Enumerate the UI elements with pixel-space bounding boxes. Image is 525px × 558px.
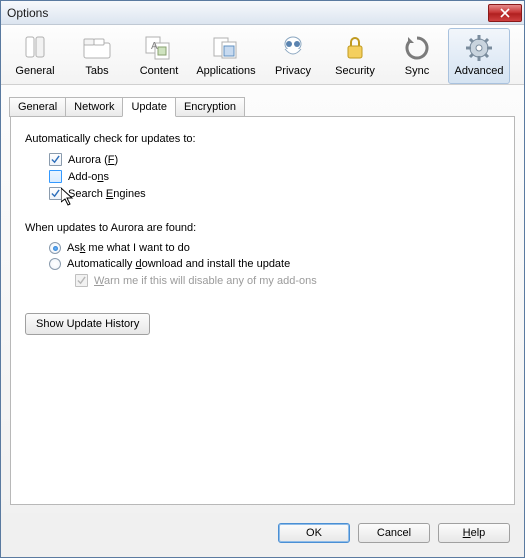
check-aurora[interactable]: Aurora (F) <box>49 153 500 166</box>
auto-check-label: Automatically check for updates to: <box>25 133 500 145</box>
category-sync[interactable]: Sync <box>386 28 448 84</box>
cancel-button[interactable]: Cancel <box>358 523 430 543</box>
found-label: When updates to Aurora are found: <box>25 222 500 234</box>
category-label: Advanced <box>455 65 504 77</box>
window-title: Options <box>7 6 48 20</box>
check-label: Add-ons <box>68 171 109 183</box>
close-icon <box>500 8 510 18</box>
check-warn-addons: Warn me if this will disable any of my a… <box>75 274 500 287</box>
applications-icon <box>210 32 242 64</box>
lock-icon <box>339 32 371 64</box>
category-label: General <box>15 65 54 77</box>
checkbox-icon <box>49 170 62 183</box>
update-panel: Automatically check for updates to: Auro… <box>10 117 515 505</box>
checkbox-icon <box>75 274 88 287</box>
category-label: Tabs <box>85 65 108 77</box>
content-icon: A <box>143 32 175 64</box>
gear-icon <box>463 32 495 64</box>
subtab-general[interactable]: General <box>9 97 66 117</box>
category-label: Security <box>335 65 375 77</box>
tabs-icon <box>81 32 113 64</box>
category-general[interactable]: General <box>4 28 66 84</box>
category-tabs[interactable]: Tabs <box>66 28 128 84</box>
svg-text:A: A <box>151 41 158 52</box>
radio-icon <box>49 242 61 254</box>
checkbox-icon <box>49 187 62 200</box>
category-label: Content <box>140 65 179 77</box>
radio-label: Automatically download and install the u… <box>67 258 290 270</box>
category-label: Privacy <box>275 65 311 77</box>
category-advanced[interactable]: Advanced <box>448 28 510 84</box>
category-label: Applications <box>196 65 255 77</box>
subtab-network[interactable]: Network <box>65 97 123 117</box>
check-search-engines[interactable]: Search Engines <box>49 187 500 200</box>
sync-icon <box>401 32 433 64</box>
category-security[interactable]: Security <box>324 28 386 84</box>
subtab-encryption[interactable]: Encryption <box>175 97 245 117</box>
close-button[interactable] <box>488 4 522 22</box>
checkbox-icon <box>49 153 62 166</box>
category-content[interactable]: A Content <box>128 28 190 84</box>
subtab-bar: General Network Update Encryption <box>1 85 524 117</box>
show-update-history-button[interactable]: Show Update History <box>25 313 150 335</box>
check-addons[interactable]: Add-ons <box>49 170 500 183</box>
help-button[interactable]: Help <box>438 523 510 543</box>
ok-button[interactable]: OK <box>278 523 350 543</box>
category-label: Sync <box>405 65 429 77</box>
category-applications[interactable]: Applications <box>190 28 262 84</box>
category-privacy[interactable]: Privacy <box>262 28 324 84</box>
options-dialog: Options General Tabs A Content <box>0 0 525 558</box>
titlebar: Options <box>1 1 524 25</box>
radio-auto-download[interactable]: Automatically download and install the u… <box>49 258 500 270</box>
check-label: Warn me if this will disable any of my a… <box>94 275 317 287</box>
privacy-icon <box>277 32 309 64</box>
radio-label: Ask me what I want to do <box>67 242 190 254</box>
radio-ask[interactable]: Ask me what I want to do <box>49 242 500 254</box>
check-label: Aurora (F) <box>68 154 118 166</box>
dialog-button-row: OK Cancel Help <box>1 513 524 557</box>
category-toolbar: General Tabs A Content Applications Priv… <box>1 25 524 85</box>
switch-icon <box>19 32 51 64</box>
check-label: Search Engines <box>68 188 146 200</box>
subtab-update[interactable]: Update <box>122 97 175 117</box>
radio-icon <box>49 258 61 270</box>
